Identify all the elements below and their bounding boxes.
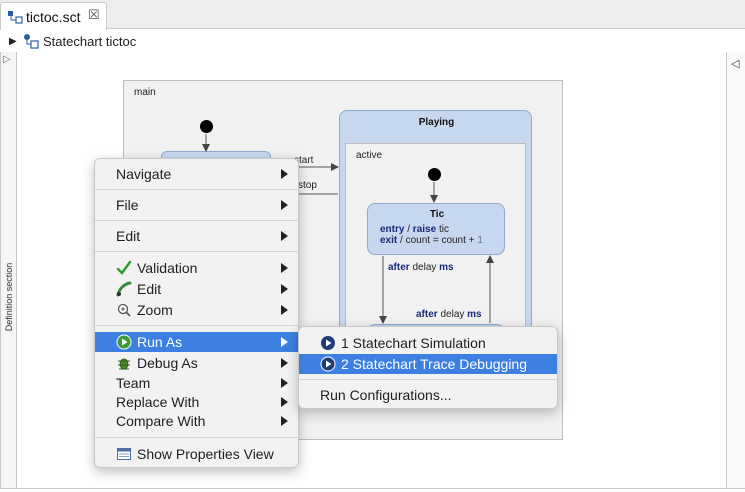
simulation-run-icon	[321, 336, 335, 350]
submenu-arrow-icon	[281, 305, 288, 315]
submenu-item-run-configurations[interactable]: Run Configurations...	[299, 385, 557, 405]
submenu-arrow-icon	[281, 169, 288, 179]
menu-separator	[95, 437, 298, 438]
menu-separator	[95, 325, 298, 326]
menu-item-edit-diagram[interactable]: Edit	[95, 279, 298, 299]
submenu-arrow-icon	[281, 397, 288, 407]
run-as-submenu: 1 Statechart Simulation 2 Statechart Tra…	[298, 326, 558, 409]
submenu-item-statechart-simulation[interactable]: 1 Statechart Simulation	[299, 333, 557, 353]
properties-view-icon	[117, 448, 131, 460]
transition-stop-label[interactable]: stop	[298, 180, 317, 191]
menu-item-zoom[interactable]: Zoom	[95, 300, 298, 320]
menu-item-file[interactable]: File	[95, 195, 298, 215]
submenu-item-statechart-trace-debugging[interactable]: 2 Statechart Trace Debugging	[299, 354, 557, 374]
menu-separator	[95, 220, 298, 221]
menu-item-navigate[interactable]: Navigate	[95, 164, 298, 184]
run-icon	[116, 334, 132, 350]
menu-item-replace-with[interactable]: Replace With	[95, 392, 298, 412]
brush-icon	[116, 281, 132, 297]
menu-separator	[299, 379, 557, 380]
menu-separator	[95, 189, 298, 190]
transition-toc-to-tic-label[interactable]: after delay ms	[416, 309, 482, 320]
submenu-arrow-icon	[281, 337, 288, 347]
submenu-arrow-icon	[281, 358, 288, 368]
context-menu: Navigate File Edit Validation Edit Zoom …	[94, 158, 299, 468]
debug-bug-icon	[118, 358, 130, 370]
submenu-arrow-icon	[281, 231, 288, 241]
menu-item-run-as[interactable]: Run As	[95, 332, 298, 352]
menu-item-show-properties-view[interactable]: Show Properties View	[95, 444, 298, 464]
submenu-arrow-icon	[281, 284, 288, 294]
transition-tic-to-toc-label[interactable]: after delay ms	[388, 262, 454, 273]
submenu-arrow-icon	[281, 263, 288, 273]
submenu-arrow-icon	[281, 416, 288, 426]
menu-item-edit[interactable]: Edit	[95, 226, 298, 246]
menu-item-debug-as[interactable]: Debug As	[95, 353, 298, 373]
menu-item-compare-with[interactable]: Compare With	[95, 411, 298, 431]
zoom-icon	[117, 303, 131, 317]
menu-item-team[interactable]: Team	[95, 373, 298, 393]
menu-item-validation[interactable]: Validation	[95, 258, 298, 278]
submenu-arrow-icon	[281, 200, 288, 210]
trace-debug-run-icon	[320, 356, 336, 372]
checkmark-icon	[116, 260, 132, 275]
submenu-arrow-icon	[281, 378, 288, 388]
menu-separator	[95, 251, 298, 252]
